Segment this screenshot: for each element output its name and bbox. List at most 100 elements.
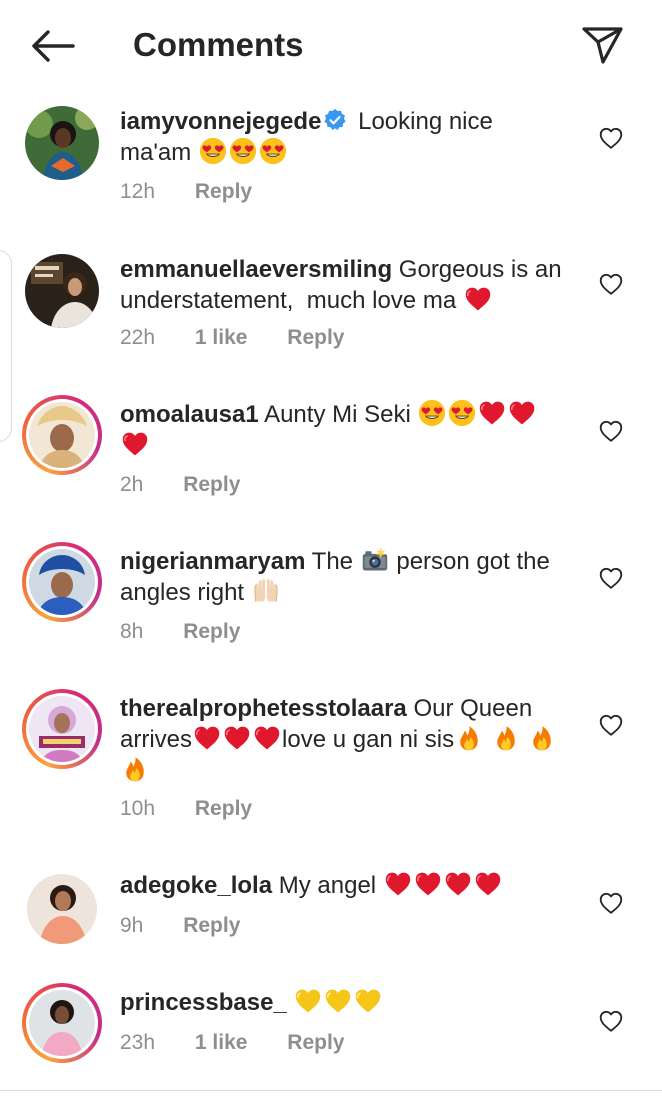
avatar-photo [29, 990, 95, 1056]
comment-time: 22h [120, 326, 156, 349]
red-heart-emoji-icon [473, 870, 503, 898]
comment-text: Aunty Mi Seki [264, 401, 411, 428]
heart-outline-icon [598, 890, 624, 916]
comment-text-continued: person got the [396, 548, 550, 575]
heart-eyes-emoji-icon [258, 137, 288, 165]
comment-item: nigerianmaryam The person got the angles… [0, 541, 662, 681]
avatar-photo [29, 549, 95, 615]
comment-meta: 12h Reply [120, 179, 252, 205]
comment-text: Gorgeous is an [398, 256, 562, 283]
heart-outline-icon [598, 565, 624, 591]
comment-username[interactable]: iamyvonnejegede [120, 108, 321, 135]
like-comment-button[interactable] [596, 564, 626, 592]
fire-emoji-icon [491, 724, 521, 752]
divider [0, 1090, 662, 1091]
red-heart-emoji-icon [477, 399, 507, 427]
fire-emoji-icon [120, 755, 150, 783]
red-heart-emoji-icon [413, 870, 443, 898]
reply-button[interactable]: Reply [183, 472, 240, 498]
comment-text: My angel [278, 872, 377, 899]
red-heart-emoji-icon [383, 870, 413, 898]
reply-button[interactable]: Reply [287, 1030, 344, 1056]
comment-username[interactable]: princessbase_ [120, 989, 287, 1016]
comment-username[interactable]: adegoke_lola [120, 872, 272, 899]
avatar-photo [25, 106, 99, 180]
heart-outline-icon [598, 271, 624, 297]
avatar[interactable] [22, 251, 102, 331]
comment-item: emmanuellaeversmiling Gorgeous is an und… [0, 248, 662, 388]
share-button[interactable] [578, 22, 628, 68]
avatar-photo [29, 696, 95, 762]
page-title: Comments [133, 26, 304, 63]
like-comment-button[interactable] [596, 124, 626, 152]
yellow-heart-emoji-icon [293, 987, 323, 1015]
raising-hands-emoji-icon [251, 577, 281, 605]
comment-item: therealprophetesstolaara Our Queen arriv… [0, 688, 662, 848]
comment-text-continued: love u gan ni sis [282, 726, 455, 753]
paper-plane-icon [582, 27, 623, 64]
comment-time: 10h [120, 797, 156, 820]
comment-item: adegoke_lola My angel 9h Reply [0, 866, 662, 966]
comment-time: 2h [120, 473, 144, 496]
red-heart-emoji-icon [192, 724, 222, 752]
heart-outline-icon [598, 125, 624, 151]
comment-likes[interactable]: 1 like [195, 1030, 248, 1056]
comment-username[interactable]: omoalausa1 [120, 401, 259, 428]
like-comment-button[interactable] [596, 711, 626, 739]
comment-item: iamyvonnejegede Looking nice ma'am 12h R… [0, 100, 662, 240]
heart-outline-icon [598, 418, 624, 444]
heart-outline-icon [598, 1008, 624, 1034]
red-heart-emoji-icon [443, 870, 473, 898]
red-heart-emoji-icon [252, 724, 282, 752]
like-comment-button[interactable] [596, 417, 626, 445]
comment-text-continued: angles right [120, 579, 245, 606]
comments-screen: Comments iamyvonnejegede Looking nice ma… [0, 0, 662, 1113]
avatar-photo [25, 254, 99, 328]
camera-flash-emoji-icon [360, 546, 390, 574]
like-comment-button[interactable] [596, 1007, 626, 1035]
like-comment-button[interactable] [596, 270, 626, 298]
fire-emoji-icon [454, 724, 484, 752]
reply-button[interactable]: Reply [195, 796, 252, 822]
reply-button[interactable]: Reply [195, 179, 252, 205]
yellow-heart-emoji-icon [353, 987, 383, 1015]
avatar[interactable] [22, 395, 102, 475]
avatar-photo [29, 402, 95, 468]
red-heart-emoji-icon [507, 399, 537, 427]
reply-button[interactable]: Reply [287, 325, 344, 351]
comment-text-continued: arrives [120, 726, 193, 753]
comment-text: The [311, 548, 354, 575]
comment-time: 8h [120, 620, 144, 643]
avatar[interactable] [22, 103, 102, 183]
avatar-photo [27, 874, 97, 944]
comment-meta: 23h 1 like Reply [120, 1030, 344, 1056]
fire-emoji-icon [527, 724, 557, 752]
reply-button[interactable]: Reply [183, 619, 240, 645]
comment-username[interactable]: therealprophetesstolaara [120, 695, 407, 722]
arrow-left-icon [32, 30, 75, 62]
comment-likes[interactable]: 1 like [195, 325, 248, 351]
avatar[interactable] [22, 869, 102, 949]
comment-username[interactable]: emmanuellaeversmiling [120, 256, 392, 283]
comment-time: 12h [120, 180, 156, 203]
top-app-bar: Comments [0, 0, 662, 90]
comment-text: Our Queen [413, 695, 533, 722]
heart-eyes-emoji-icon [447, 399, 477, 427]
back-button[interactable] [24, 24, 80, 68]
heart-outline-icon [598, 712, 624, 738]
comment-item: omoalausa1 Aunty Mi Seki 2h Reply [0, 394, 662, 534]
avatar[interactable] [22, 542, 102, 622]
comment-time: 23h [120, 1031, 156, 1054]
avatar[interactable] [22, 689, 102, 769]
comment-username[interactable]: nigerianmaryam [120, 548, 305, 575]
comment-meta: 22h 1 like Reply [120, 325, 344, 351]
comment-time: 9h [120, 914, 144, 937]
verified-badge-icon [324, 109, 347, 130]
heart-eyes-emoji-icon [198, 137, 228, 165]
comment-item: princessbase_ 23h 1 like Reply [0, 982, 662, 1082]
like-comment-button[interactable] [596, 889, 626, 917]
avatar[interactable] [22, 983, 102, 1063]
heart-eyes-emoji-icon [417, 399, 447, 427]
comment-meta: 9h Reply [120, 913, 240, 939]
reply-button[interactable]: Reply [183, 913, 240, 939]
